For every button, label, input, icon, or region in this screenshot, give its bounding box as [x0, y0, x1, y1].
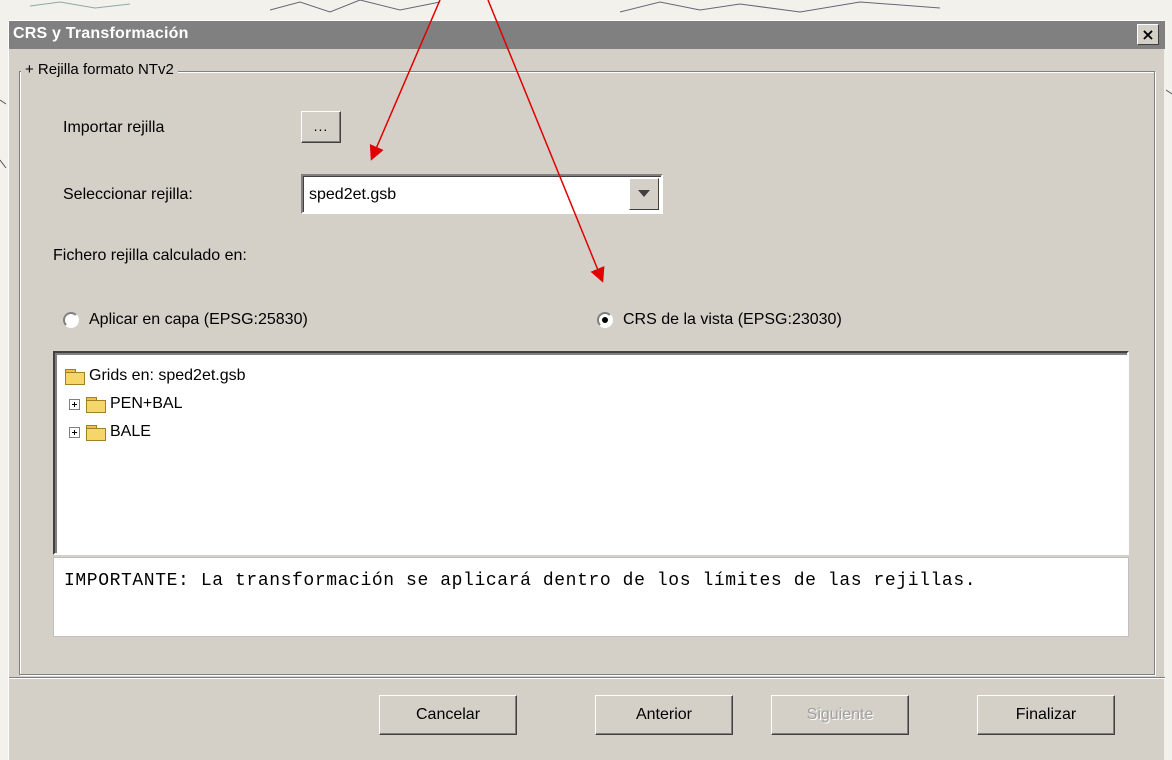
tree-root-node[interactable]: Grids en: sped2et.gsb — [65, 367, 246, 385]
group-legend[interactable]: + Rejilla formato NTv2 — [21, 61, 178, 78]
radio-view-crs-button[interactable] — [597, 312, 613, 328]
folder-icon — [86, 396, 106, 413]
expand-plus-icon[interactable] — [69, 398, 80, 410]
import-grid-button[interactable]: ... — [301, 111, 341, 143]
finish-button[interactable]: Finalizar — [977, 695, 1115, 735]
radio-view-crs[interactable]: CRS de la vista (EPSG:23030) — [597, 311, 842, 329]
close-button[interactable]: × — [1137, 24, 1159, 45]
grid-tree[interactable]: Grids en: sped2et.gsb PEN+BAL BALE — [53, 351, 1129, 555]
title-bar[interactable]: CRS y Transformación × — [9, 21, 1165, 49]
cancel-button[interactable]: Cancelar — [379, 695, 517, 735]
close-icon: × — [1141, 24, 1155, 44]
import-grid-label: Importar rejilla — [63, 119, 165, 136]
select-grid-label: Seleccionar rejilla: — [63, 186, 193, 203]
radio-view-crs-label: CRS de la vista (EPSG:23030) — [623, 311, 842, 328]
dropdown-arrow-button[interactable] — [629, 178, 659, 210]
computed-in-label: Fichero rejilla calculado en: — [53, 247, 247, 264]
grid-select-dropdown[interactable]: sped2et.gsb — [301, 174, 663, 214]
tree-node-bale[interactable]: BALE — [69, 423, 151, 441]
tree-node-label: PEN+BAL — [110, 395, 183, 412]
folder-icon — [86, 424, 106, 441]
chevron-down-icon — [638, 190, 650, 197]
tree-node-label: BALE — [110, 423, 151, 440]
expand-plus-icon[interactable] — [69, 426, 80, 438]
important-note: IMPORTANTE: La transformación se aplicar… — [53, 557, 1129, 637]
radio-apply-layer-label: Aplicar en capa (EPSG:25830) — [89, 311, 308, 328]
radio-apply-layer-button[interactable] — [63, 312, 79, 328]
radio-apply-layer[interactable]: Aplicar en capa (EPSG:25830) — [63, 311, 308, 329]
tree-root-label: Grids en: sped2et.gsb — [89, 367, 246, 384]
next-button[interactable]: Siguiente — [771, 695, 909, 735]
footer-separator — [9, 677, 1165, 679]
folder-icon — [65, 368, 85, 385]
tree-node-pen-bal[interactable]: PEN+BAL — [69, 395, 182, 413]
grid-select-value: sped2et.gsb — [309, 186, 397, 203]
previous-button[interactable]: Anterior — [595, 695, 733, 735]
crs-transform-dialog: CRS y Transformación × + Rejilla formato… — [8, 20, 1165, 760]
dialog-title: CRS y Transformación — [13, 25, 189, 42]
